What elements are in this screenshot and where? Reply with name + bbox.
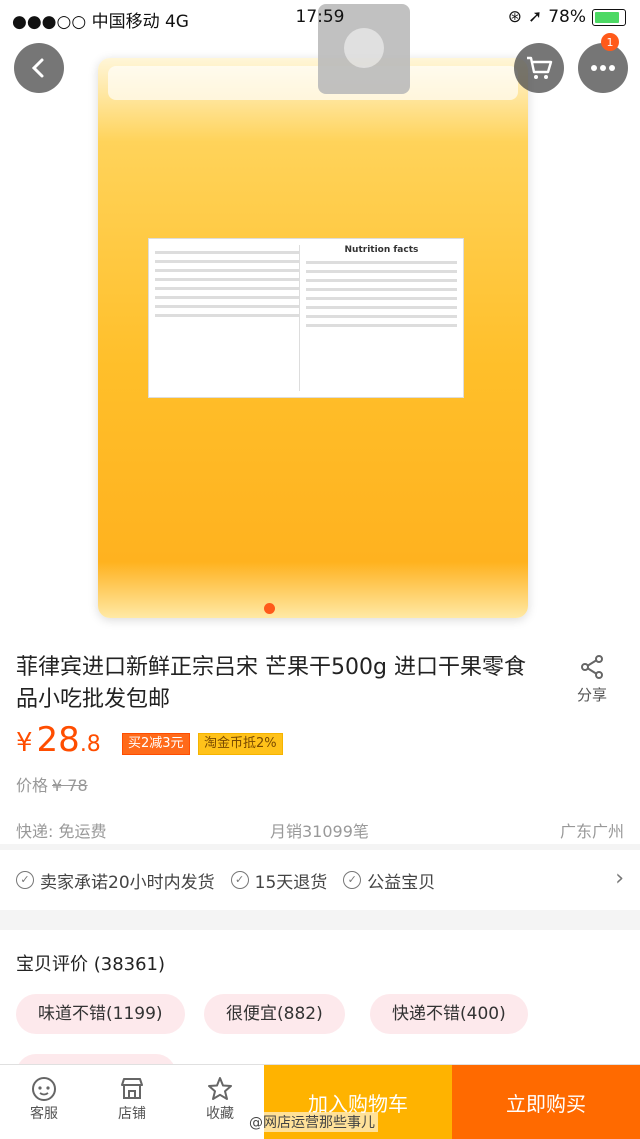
status-bar: ●●●○○ 中国移动 4G 17:59 ⊛ ➚ 78% bbox=[0, 0, 640, 34]
coin-tag: 淘金币抵2% bbox=[198, 733, 283, 755]
share-label: 分享 bbox=[576, 686, 607, 704]
promo-tag: 买2减3元 bbox=[122, 733, 190, 755]
customer-service-button[interactable]: 客服 bbox=[0, 1065, 88, 1139]
ship-location: 广东广州 bbox=[559, 822, 624, 841]
price-currency: ¥ bbox=[16, 728, 33, 758]
product-info: 菲律宾进口新鲜正宗吕宋 芒果干500g 进口干果零食品小吃批发包邮 分享 ¥ 2… bbox=[0, 636, 640, 844]
original-price: 价格 ¥ 78 bbox=[16, 772, 88, 796]
location-icon: ➚ bbox=[527, 7, 543, 27]
more-button[interactable] bbox=[578, 43, 628, 93]
nutrition-heading: Nutrition facts bbox=[344, 245, 419, 255]
cart-button[interactable] bbox=[514, 43, 564, 93]
shop-label: 店铺 bbox=[118, 1106, 146, 1122]
promise-item: ✓ 卖家承诺20小时内发货 bbox=[16, 868, 215, 893]
shipping-row: 快递: 免运费 月销31099笔 广东广州 bbox=[16, 818, 624, 842]
reviews-title[interactable]: 宝贝评价 (38361) bbox=[16, 950, 165, 976]
promise-item: ✓ 公益宝贝 bbox=[343, 868, 435, 893]
product-label: Nutrition facts bbox=[148, 238, 464, 398]
more-dots-icon bbox=[591, 65, 615, 71]
original-price-value: ¥ 78 bbox=[52, 776, 88, 795]
star-icon bbox=[208, 1077, 232, 1100]
check-circle-icon: ✓ bbox=[230, 871, 249, 889]
original-price-label: 价格 bbox=[16, 776, 49, 795]
monthly-sales: 月销31099笔 bbox=[270, 822, 369, 841]
shipping-fee: 快递: 免运费 bbox=[16, 822, 107, 841]
review-tag[interactable]: 很便宜(882) bbox=[204, 994, 345, 1034]
service-promises[interactable]: ✓ 卖家承诺20小时内发货 ✓ 15天退货 ✓ 公益宝贝 › bbox=[0, 850, 640, 910]
share-icon bbox=[581, 655, 603, 679]
review-tag[interactable]: 味道不错(1199) bbox=[16, 994, 185, 1034]
price-integer: 28 bbox=[36, 720, 80, 760]
lock-rotation-icon: ⊛ bbox=[507, 7, 522, 27]
shop-button[interactable]: 店铺 bbox=[88, 1065, 176, 1139]
product-image-gallery[interactable]: Nutrition facts bbox=[0, 0, 640, 636]
notification-badge: 1 bbox=[601, 33, 619, 51]
review-tag[interactable]: 快递不错(400) bbox=[370, 994, 528, 1034]
battery-icon bbox=[592, 8, 626, 26]
watermark: @网店运营那些事儿 bbox=[246, 1112, 378, 1132]
chat-face-icon bbox=[32, 1077, 56, 1101]
share-button[interactable]: 分享 bbox=[568, 654, 616, 705]
chevron-right-icon: › bbox=[615, 866, 624, 891]
check-circle-icon: ✓ bbox=[343, 871, 362, 889]
battery-percent: 78% bbox=[548, 7, 586, 27]
shop-icon bbox=[121, 1078, 143, 1099]
gallery-page-indicator bbox=[264, 603, 275, 614]
cart-icon bbox=[527, 56, 553, 79]
product-title: 菲律宾进口新鲜正宗吕宋 芒果干500g 进口干果零食品小吃批发包邮 bbox=[16, 655, 526, 712]
customer-service-label: 客服 bbox=[30, 1106, 58, 1122]
back-button[interactable] bbox=[14, 43, 64, 93]
check-circle-icon: ✓ bbox=[16, 871, 34, 889]
chevron-left-icon bbox=[31, 58, 44, 78]
buy-now-button[interactable]: 立即购买 bbox=[452, 1065, 640, 1139]
price-decimal: .8 bbox=[79, 732, 101, 757]
price: ¥ 28 .8 bbox=[16, 720, 101, 760]
promise-item: ✓ 15天退货 bbox=[230, 868, 327, 893]
